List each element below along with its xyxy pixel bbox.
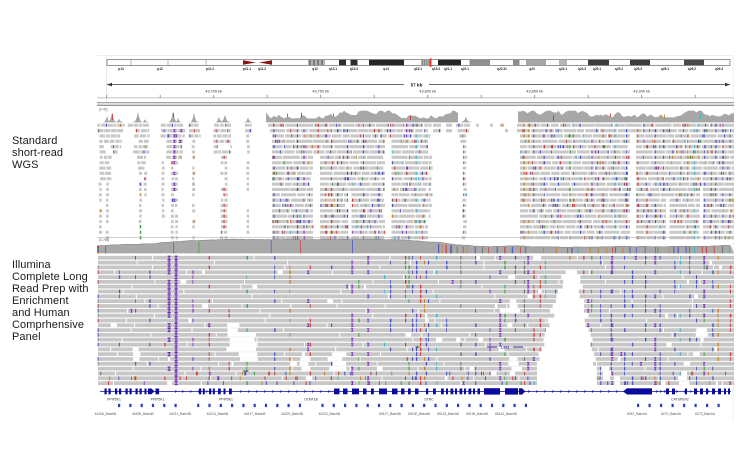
svg-text:p13: p13 [118,67,124,71]
svg-text:CATSPER2: CATSPER2 [671,397,689,401]
svg-text:65127_BatchB: 65127_BatchB [379,412,401,416]
svg-text:44208_BatchB: 44208_BatchB [132,412,154,416]
svg-text:44211_BatchB: 44211_BatchB [169,412,191,416]
svg-text:[0-45]: [0-45] [99,108,108,112]
svg-text:65136_BatchB: 65136_BatchB [466,412,488,416]
svg-text:43,700 kb: 43,700 kb [205,89,222,93]
svg-text:43,850 kb: 43,850 kb [526,89,543,93]
svg-text:1,841: 1,841 [500,346,509,350]
svg-text:q12: q12 [312,67,318,71]
svg-text:q22.31: q22.31 [497,67,507,71]
svg-text:44223_BatchB: 44223_BatchB [318,412,340,416]
svg-text:44214_BatchB: 44214_BatchB [207,412,229,416]
svg-text:q25.1: q25.1 [593,67,601,71]
svg-text:44206_BatchB: 44206_BatchB [95,412,117,416]
svg-text:q24.3: q24.3 [578,67,586,71]
svg-text:q26.3: q26.3 [715,67,723,71]
svg-text:6273_BatchA: 6273_BatchA [695,412,716,416]
svg-text:p11.2: p11.2 [206,67,214,71]
svg-text:65133_BatchB: 65133_BatchB [437,412,459,416]
svg-text:44217_BatchB: 44217_BatchB [244,412,266,416]
svg-text:PPIP5K1: PPIP5K1 [107,397,121,401]
svg-text:65142_BatchB: 65142_BatchB [495,412,517,416]
svg-text:q21.1: q21.1 [444,67,452,71]
svg-text:q13.1: q13.1 [329,67,337,71]
svg-text:p12: p12 [157,67,163,71]
svg-text:q26.2: q26.2 [688,67,696,71]
svg-text:q15.1: q15.1 [414,67,422,71]
svg-text:q14: q14 [383,67,389,71]
svg-text:65130_BatchB: 65130_BatchB [408,412,430,416]
svg-text:q23: q23 [529,67,535,71]
svg-text:6270_BatchA: 6270_BatchA [661,412,682,416]
svg-text:q22.1: q22.1 [461,67,469,71]
svg-text:43,800 kb: 43,800 kb [419,89,436,93]
svg-text:43,750 kb: 43,750 kb [312,89,329,93]
svg-text:q24.1: q24.1 [559,67,567,71]
svg-text:[0-766]: [0-766] [99,238,109,242]
svg-text:q26.1: q26.1 [661,67,669,71]
svg-text:q25.2: q25.2 [615,67,623,71]
svg-text:q15.3: q15.3 [432,67,440,71]
svg-text:CKMT1B: CKMT1B [304,397,318,401]
svg-text:q13.3: q13.3 [350,67,358,71]
svg-text:6267_BatchA: 6267_BatchA [627,412,648,416]
svg-text:STRC: STRC [424,397,434,401]
svg-text:p11.1: p11.1 [243,67,251,71]
svg-text:PPIP5K1: PPIP5K1 [151,397,165,401]
svg-text:57 kb: 57 kb [411,82,423,87]
svg-text:44220_BatchB: 44220_BatchB [281,412,303,416]
svg-text:q25.3: q25.3 [634,67,642,71]
svg-text:43,900 kb: 43,900 kb [633,89,650,93]
svg-text:PPIP5K1: PPIP5K1 [219,397,233,401]
svg-text:q11.2: q11.2 [258,67,266,71]
